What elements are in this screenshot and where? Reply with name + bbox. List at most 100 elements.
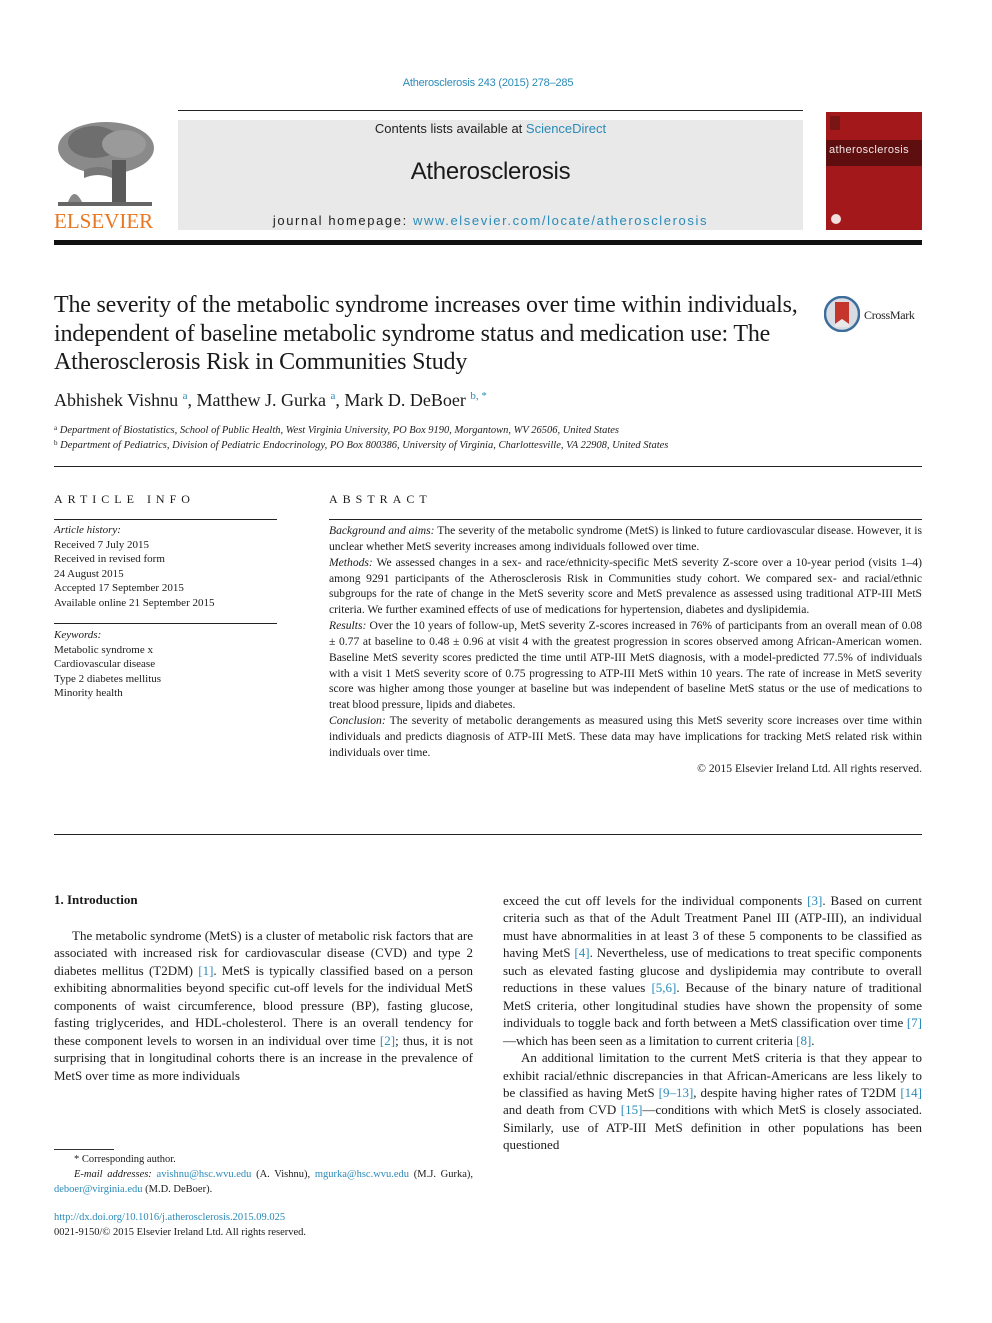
citation-link[interactable]: [8] xyxy=(796,1033,811,1048)
email-owner: (M.J. Gurka), xyxy=(409,1169,474,1180)
abstract-section-label: Methods: xyxy=(329,555,373,569)
article-info-heading: ARTICLE INFO xyxy=(54,492,195,506)
abstract-section-text: Over the 10 years of follow-up, MetS sev… xyxy=(329,619,922,712)
header-thick-rule xyxy=(54,240,922,245)
history-entry: Accepted 17 September 2015 xyxy=(54,582,184,594)
abstract-heading: ABSTRACT xyxy=(329,492,432,506)
citation-link[interactable]: [3] xyxy=(807,893,822,908)
journal-citation-link[interactable]: Atherosclerosis 243 (2015) 278–285 xyxy=(0,77,976,89)
keyword: Type 2 diabetes mellitus xyxy=(54,672,162,685)
keywords: Keywords: Metabolic syndrome x Cardiovas… xyxy=(54,628,279,701)
sciencedirect-link[interactable]: ScienceDirect xyxy=(526,121,606,136)
article-info-rule xyxy=(54,519,277,520)
body-text: . xyxy=(811,1032,815,1048)
affiliation-key: a xyxy=(54,424,58,432)
cover-seal-icon xyxy=(831,214,841,224)
journal-cover-thumbnail[interactable]: atherosclerosis xyxy=(826,112,922,230)
author-name[interactable]: Abhishek Vishnu xyxy=(54,390,178,410)
abstract-section-text: We assessed changes in a sex- and race/e… xyxy=(329,555,922,617)
doi-link[interactable]: http://dx.doi.org/10.1016/j.atherosclero… xyxy=(54,1212,285,1223)
footnotes: * Corresponding author. E-mail addresses… xyxy=(54,1152,473,1197)
article-title: The severity of the metabolic syndrome i… xyxy=(54,292,798,376)
email-label: E-mail addresses: xyxy=(74,1169,152,1180)
citation-link[interactable]: [5,6] xyxy=(651,980,676,995)
abstract-body: Background and aims: The severity of the… xyxy=(329,523,922,777)
citation-link[interactable]: [9–13] xyxy=(659,1085,694,1100)
affiliation-a: a Department of Biostatistics, School of… xyxy=(54,424,619,436)
abstract-methods: Methods: We assessed changes in a sex- a… xyxy=(329,555,922,618)
history-entry: Received in revised form xyxy=(54,553,165,565)
issn-copyright: 0021-9150/© 2015 Elsevier Ireland Ltd. A… xyxy=(54,1227,307,1238)
cover-logo-icon xyxy=(830,116,840,130)
history-entry: Available online 21 September 2015 xyxy=(54,596,215,609)
keyword: Metabolic syndrome x xyxy=(54,643,153,656)
introduction-heading: 1. Introduction xyxy=(54,892,138,907)
elsevier-wordmark: ELSEVIER xyxy=(54,209,154,233)
abstract-section-label: Results: xyxy=(329,619,367,633)
journal-masthead: Contents lists available at ScienceDirec… xyxy=(178,120,803,230)
citation-link[interactable]: [15] xyxy=(621,1102,643,1117)
section-rule xyxy=(54,834,922,835)
author-list: Abhishek Vishnu a, Matthew J. Gurka a, M… xyxy=(54,390,487,411)
cover-title: atherosclerosis xyxy=(829,144,909,156)
abstract-conclusion: Conclusion: The severity of metabolic de… xyxy=(329,713,922,761)
elsevier-tree-icon xyxy=(54,120,156,210)
homepage-prefix: journal homepage: xyxy=(272,213,414,228)
article-history: Article history: Received 7 July 2015 Re… xyxy=(54,523,279,610)
keyword: Minority health xyxy=(54,687,123,699)
body-text: exceed the cut off levels for the indivi… xyxy=(503,893,808,908)
abstract-section-label: Conclusion: xyxy=(329,714,386,728)
author-name[interactable]: Mark D. DeBoer xyxy=(344,390,465,410)
contents-line: Contents lists available at ScienceDirec… xyxy=(178,121,803,136)
citation-link[interactable]: [7] xyxy=(907,1015,922,1030)
intro-paragraph-1: The metabolic syndrome (MetS) is a clust… xyxy=(54,927,473,1084)
abstract-section-text: The severity of metabolic derangements a… xyxy=(329,714,922,759)
history-entry: Received 7 July 2015 xyxy=(54,538,150,551)
crossmark-label: CrossMark xyxy=(864,308,915,322)
body-text: —which has been seen as a limitation to … xyxy=(503,1032,797,1048)
crossmark-button[interactable]: CrossMark xyxy=(824,296,924,336)
abstract-results: Results: Over the 10 years of follow-up,… xyxy=(329,618,922,713)
keyword: Cardiovascular disease xyxy=(54,658,156,670)
body-column-left: The metabolic syndrome (MetS) is a clust… xyxy=(54,927,473,1084)
citation-link[interactable]: [1] xyxy=(198,963,213,978)
email-owner: (M.D. DeBoer). xyxy=(142,1184,213,1195)
journal-homepage-link[interactable]: www.elsevier.com/locate/atherosclerosis xyxy=(413,213,708,228)
journal-name: Atherosclerosis xyxy=(410,158,571,185)
email-link[interactable]: avishnu@hsc.wvu.edu xyxy=(157,1169,252,1180)
affiliation-text: Department of Biostatistics, School of P… xyxy=(59,425,620,436)
crossmark-icon xyxy=(824,296,860,332)
citation-link[interactable]: [2] xyxy=(380,1033,395,1048)
abstract-section-label: Background and aims: xyxy=(329,524,435,537)
author-affiliation-mark[interactable]: b, * xyxy=(470,390,487,402)
citation-link[interactable]: [4] xyxy=(574,945,589,960)
citation-link[interactable]: [14] xyxy=(900,1085,922,1100)
header-rule xyxy=(178,110,803,111)
keywords-label: Keywords: xyxy=(54,629,102,641)
affiliation-b: b Department of Pediatrics, Division of … xyxy=(54,439,668,451)
homepage-line: journal homepage: www.elsevier.com/locat… xyxy=(178,213,803,228)
author-name[interactable]: Matthew J. Gurka xyxy=(196,390,325,410)
keywords-rule xyxy=(54,623,277,624)
email-owner: (A. Vishnu), xyxy=(251,1169,315,1180)
abstract-rule xyxy=(329,519,922,520)
email-addresses: E-mail addresses: avishnu@hsc.wvu.edu (A… xyxy=(54,1167,473,1197)
affiliation-text: Department of Pediatrics, Division of Pe… xyxy=(60,440,669,451)
abstract-copyright: © 2015 Elsevier Ireland Ltd. All rights … xyxy=(697,761,922,775)
footnote-rule xyxy=(54,1149,114,1150)
contents-prefix: Contents lists available at xyxy=(374,121,526,136)
corresponding-author-note: * Corresponding author. xyxy=(74,1154,176,1165)
section-rule xyxy=(54,466,922,467)
email-link[interactable]: mgurka@hsc.wvu.edu xyxy=(315,1169,409,1180)
author-separator: , xyxy=(335,390,345,410)
elsevier-logo[interactable]: ELSEVIER xyxy=(54,120,156,232)
body-column-right: exceed the cut off levels for the indivi… xyxy=(503,892,922,1154)
article-history-label: Article history: xyxy=(54,524,121,536)
history-entry: 24 August 2015 xyxy=(54,567,124,580)
body-text: and death from CVD xyxy=(503,1102,621,1118)
affiliation-key: b xyxy=(54,439,58,447)
body-text: , despite having higher rates of T2DM xyxy=(693,1084,901,1100)
intro-paragraph-2: An additional limitation to the current … xyxy=(503,1049,922,1154)
intro-paragraph-1-continued: exceed the cut off levels for the indivi… xyxy=(503,892,922,1049)
email-link[interactable]: deboer@virginia.edu xyxy=(54,1184,143,1195)
